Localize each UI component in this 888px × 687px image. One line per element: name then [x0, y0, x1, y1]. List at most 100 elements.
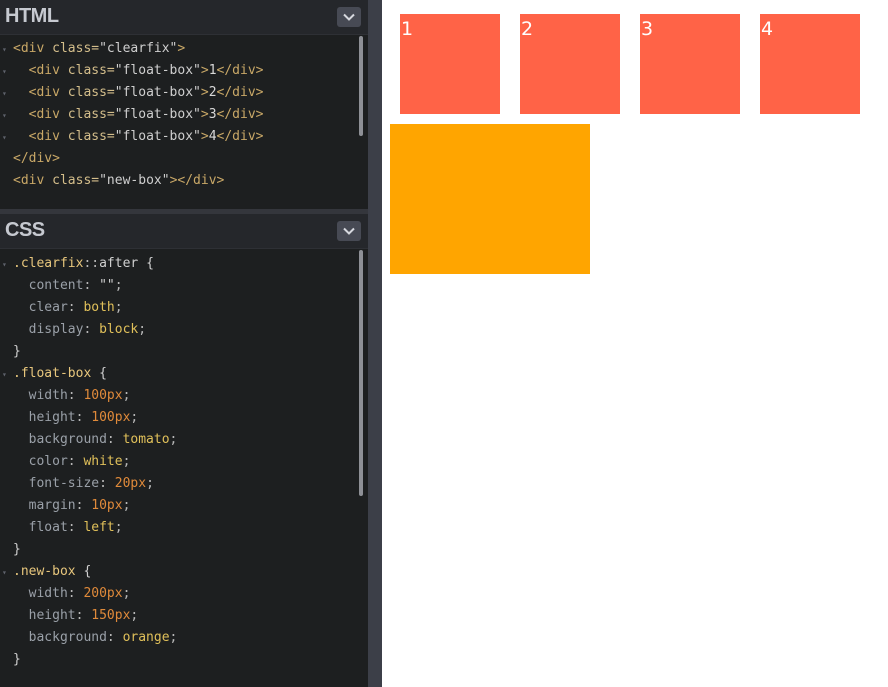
code-token: 4	[208, 129, 217, 144]
html-collapse-button[interactable]	[337, 7, 361, 27]
code-token: left	[83, 520, 115, 535]
code-token: class=	[67, 85, 115, 100]
css-code-line: height: 150px;	[0, 605, 360, 627]
code-token: "float-box"	[114, 129, 201, 144]
code-token: ;	[122, 388, 131, 403]
code-token: :	[83, 278, 100, 293]
code-token: .new-box	[13, 564, 76, 579]
code-token: ;	[114, 300, 123, 315]
code-token: orange	[122, 630, 170, 645]
fold-triangle-icon[interactable]: ▾	[2, 105, 7, 127]
html-code-line: ▾ <div class="float-box">3</div>	[0, 104, 360, 126]
code-token: ;	[169, 630, 178, 645]
code-token: color	[13, 454, 68, 469]
code-token: ::	[83, 256, 100, 271]
fold-triangle-icon[interactable]: ▾	[2, 39, 7, 61]
code-token: :	[67, 454, 84, 469]
code-token: 150px	[91, 608, 131, 623]
fold-triangle-icon[interactable]: ▾	[2, 562, 7, 584]
css-code-line: width: 100px;	[0, 385, 360, 407]
code-token: >	[200, 107, 209, 122]
new-box	[390, 124, 590, 274]
code-token: class=	[67, 129, 115, 144]
html-code-line: </div>	[0, 148, 360, 170]
fold-triangle-icon[interactable]: ▾	[2, 127, 7, 149]
code-token: background	[13, 432, 107, 447]
code-token: :	[67, 300, 84, 315]
code-token: ;	[146, 476, 154, 491]
code-token: ;	[114, 520, 123, 535]
code-token: }	[13, 652, 21, 667]
code-token: ;	[122, 454, 131, 469]
code-token: 100px	[91, 410, 131, 425]
css-code-line: background: tomato;	[0, 429, 360, 451]
code-token: content	[13, 278, 84, 293]
code-token: ;	[130, 410, 139, 425]
css-scrollbar[interactable]	[359, 250, 363, 496]
code-token: tomato	[122, 432, 170, 447]
code-token: ;	[114, 278, 123, 293]
code-token: :	[106, 432, 123, 447]
code-token: "new-box"	[99, 173, 170, 188]
css-code-line: clear: both;	[0, 297, 360, 319]
code-token: font-size	[13, 476, 100, 491]
code-token: <div	[28, 63, 68, 78]
code-token: ;	[130, 608, 139, 623]
fold-triangle-icon[interactable]: ▾	[2, 364, 7, 386]
code-token: width	[13, 388, 68, 403]
css-code-line: background: orange;	[0, 627, 360, 649]
code-token: 1	[208, 63, 217, 78]
preview-pane: 1 2 3 4	[382, 0, 888, 687]
html-code-area[interactable]: ▾ <div class="clearfix"> ▾ <div class="flo…	[0, 38, 360, 192]
code-token: ;	[169, 432, 178, 447]
code-token: :	[75, 608, 92, 623]
css-code-area[interactable]: ▾ .clearfix::after { content: ""; clear: …	[0, 253, 360, 671]
code-token: </div>	[216, 63, 264, 78]
code-token: class=	[67, 107, 115, 122]
html-code-line: ▾ <div class="float-box">1</div>	[0, 60, 360, 82]
css-code-line: float: left;	[0, 517, 360, 539]
html-code-line: ▾ <div class="clearfix">	[0, 38, 360, 60]
code-token: class=	[52, 173, 100, 188]
code-token: 200px	[83, 586, 123, 601]
code-token: both	[83, 300, 115, 315]
css-code-line: }	[0, 341, 360, 363]
float-box-4: 4	[760, 14, 860, 114]
fold-triangle-icon[interactable]: ▾	[2, 61, 7, 83]
code-token: 100px	[83, 388, 123, 403]
code-token: .clearfix	[13, 256, 84, 271]
code-token: white	[83, 454, 123, 469]
css-code-line: }	[0, 649, 360, 671]
float-box-2: 2	[520, 14, 620, 114]
css-code-line: font-size: 20px;	[0, 473, 360, 495]
fold-triangle-icon[interactable]: ▾	[2, 83, 7, 105]
code-token: after {	[99, 256, 154, 271]
code-token: >	[200, 85, 209, 100]
pane-resize-gutter[interactable]	[368, 0, 382, 687]
html-panel-header: HTML	[0, 0, 368, 35]
chevron-down-icon	[343, 227, 355, 235]
code-token: ;	[122, 498, 131, 513]
code-token: </div>	[216, 129, 264, 144]
css-code-line: ▾ .clearfix::after {	[0, 253, 360, 275]
code-token: >	[200, 129, 209, 144]
code-token: class=	[52, 41, 100, 56]
code-token: </div>	[216, 85, 264, 100]
fold-triangle-icon[interactable]: ▾	[2, 254, 7, 276]
code-token: :	[67, 520, 84, 535]
code-token: "clearfix"	[99, 41, 178, 56]
code-token: {	[75, 564, 92, 579]
code-token: display	[13, 322, 84, 337]
float-box-3: 3	[640, 14, 740, 114]
code-token: ></div>	[169, 173, 225, 188]
html-code-line: ▾ <div class="float-box">4</div>	[0, 126, 360, 148]
code-editor: HTML ▾ <div class="clearfix"> ▾ <div class…	[0, 0, 368, 687]
css-collapse-button[interactable]	[337, 221, 361, 241]
code-token: :	[67, 586, 84, 601]
html-scrollbar[interactable]	[359, 36, 363, 136]
code-token: <div	[28, 85, 68, 100]
code-token: class=	[67, 63, 115, 78]
